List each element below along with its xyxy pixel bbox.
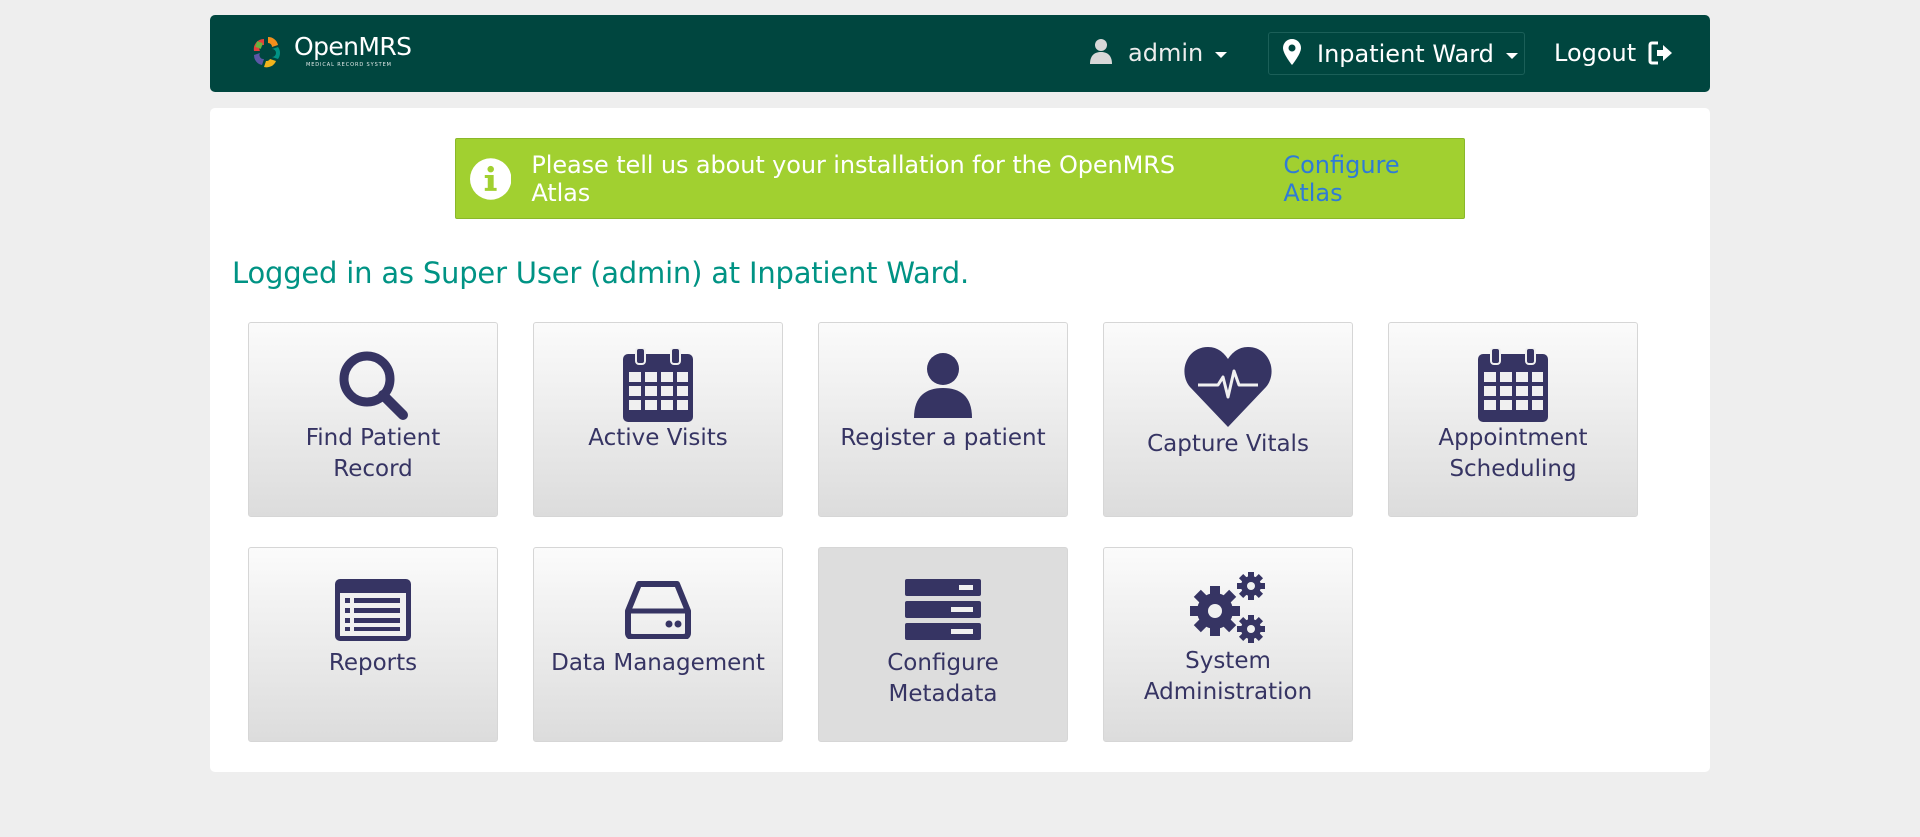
sign-out-icon bbox=[1648, 41, 1673, 65]
map-marker-icon bbox=[1283, 38, 1301, 69]
chevron-down-icon bbox=[1215, 52, 1228, 58]
app-label: System Administration bbox=[1143, 648, 1313, 705]
logged-in-message: Logged in as Super User (admin) at Inpat… bbox=[232, 256, 969, 290]
app-capture-vitals[interactable]: Capture Vitals bbox=[1103, 322, 1353, 517]
app-find-patient-record[interactable]: Find Patient Record bbox=[248, 322, 498, 517]
header-bar: OpenMRS MEDICAL RECORD SYSTEM admin Inpa… bbox=[210, 15, 1710, 92]
app-label: Data Management bbox=[551, 650, 765, 676]
alert-message: Please tell us about your installation f… bbox=[531, 150, 1175, 207]
heartbeat-icon bbox=[1184, 347, 1272, 427]
calendar-icon bbox=[623, 348, 693, 422]
app-label: Register a patient bbox=[840, 425, 1046, 451]
server-icon bbox=[905, 574, 981, 646]
app-label: Find Patient Record bbox=[305, 425, 441, 482]
calendar-icon bbox=[1478, 348, 1548, 422]
user-menu[interactable]: admin bbox=[1090, 35, 1228, 71]
user-icon bbox=[1090, 38, 1112, 68]
logout-label: Logout bbox=[1554, 39, 1637, 67]
app-appointment-scheduling[interactable]: Appointment Scheduling bbox=[1388, 322, 1638, 517]
app-system-administration[interactable]: System Administration bbox=[1103, 547, 1353, 742]
openmrs-logo-icon bbox=[248, 33, 288, 73]
hdd-icon bbox=[625, 574, 691, 646]
user-icon bbox=[912, 349, 974, 421]
app-label: Active Visits bbox=[588, 425, 728, 451]
configure-atlas-link[interactable]: Configure Atlas bbox=[1283, 151, 1464, 207]
app-data-management[interactable]: Data Management bbox=[533, 547, 783, 742]
username-label: admin bbox=[1128, 39, 1204, 67]
search-icon bbox=[337, 349, 409, 421]
info-circle-icon bbox=[470, 157, 512, 200]
app-label: Capture Vitals bbox=[1147, 431, 1309, 457]
app-reports[interactable]: Reports bbox=[248, 547, 498, 742]
chevron-down-icon bbox=[1505, 52, 1518, 59]
logo-name: OpenMRS bbox=[294, 32, 412, 61]
app-active-visits[interactable]: Active Visits bbox=[533, 322, 783, 517]
logout-link[interactable]: Logout bbox=[1554, 35, 1674, 71]
app-configure-metadata[interactable]: Configure Metadata bbox=[818, 547, 1068, 742]
openmrs-logo[interactable]: OpenMRS MEDICAL RECORD SYSTEM bbox=[248, 32, 412, 73]
app-register-patient[interactable]: Register a patient bbox=[818, 322, 1068, 517]
main-content: Please tell us about your installation f… bbox=[210, 108, 1710, 772]
app-label: Reports bbox=[328, 650, 418, 676]
atlas-alert: Please tell us about your installation f… bbox=[455, 138, 1465, 219]
gears-icon bbox=[1187, 572, 1269, 644]
app-label: Configure Metadata bbox=[887, 650, 999, 707]
logo-tagline: MEDICAL RECORD SYSTEM bbox=[306, 62, 392, 68]
location-selector[interactable]: Inpatient Ward bbox=[1268, 32, 1525, 75]
app-label: Appointment Scheduling bbox=[1438, 425, 1588, 482]
location-label: Inpatient Ward bbox=[1317, 39, 1494, 68]
list-alt-icon bbox=[335, 574, 411, 646]
